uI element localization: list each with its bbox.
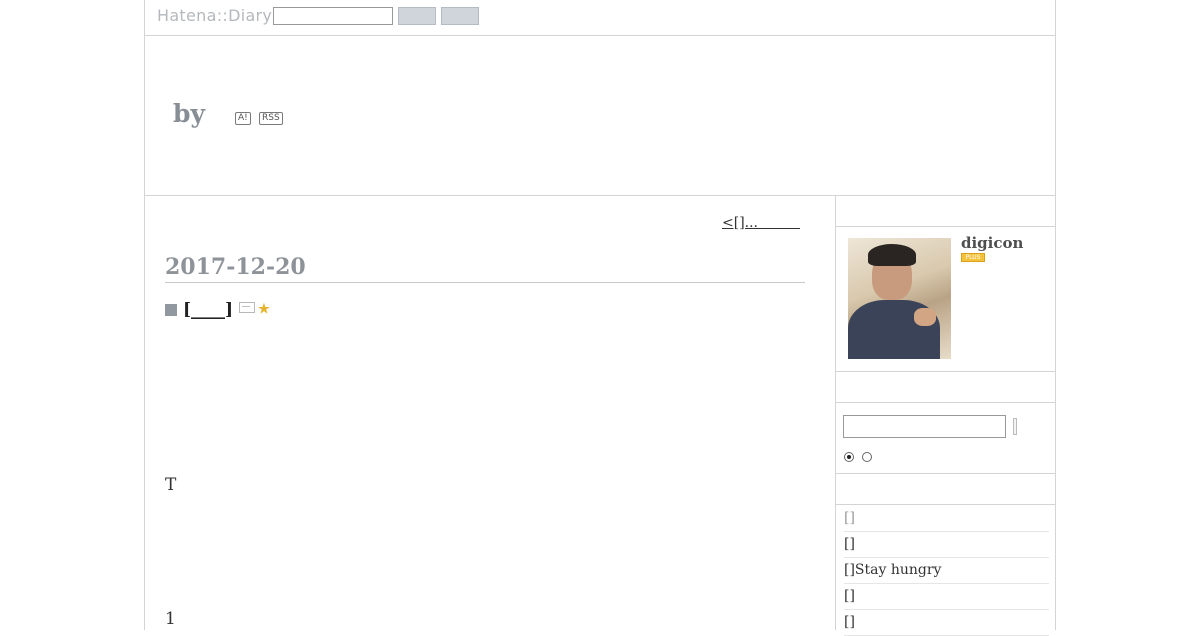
sidebar-divider (836, 402, 1056, 403)
recent-entry-item[interactable]: [] (844, 584, 1049, 610)
hatena-diary-logo[interactable]: Hatena::Diary (157, 6, 272, 25)
profile-photo[interactable] (848, 238, 951, 359)
entry-body-line: 1 (165, 609, 176, 629)
search-scope-radio-2[interactable] (862, 452, 872, 462)
sidebar-divider (836, 504, 1056, 505)
top-bar: Hatena::Diary (145, 0, 1055, 36)
recent-entry-item[interactable]: [] (844, 506, 1049, 532)
plus-badge: PLUS (961, 253, 985, 262)
sidebar-search-input[interactable] (843, 415, 1006, 438)
recent-entry-item[interactable]: [] (844, 610, 1049, 636)
sidebar-search-button[interactable] (1013, 418, 1017, 435)
top-search-button[interactable] (398, 7, 436, 25)
photo-hair (868, 244, 916, 266)
blog-header: by A! RSS (145, 36, 1055, 196)
photo-hand (914, 308, 936, 326)
sidebar-divider (836, 371, 1056, 372)
image-icon[interactable] (239, 302, 256, 313)
sidebar-divider (836, 473, 1056, 474)
entry-body-line: T (165, 475, 177, 495)
square-bullet-icon (165, 304, 177, 316)
entry-date[interactable]: 2017-12-20 (165, 254, 805, 283)
sidebar: digicon PLUS [] [] []Stay hungry [] [] (835, 196, 1056, 636)
blog-title[interactable]: by (173, 99, 205, 128)
top-search-input[interactable] (273, 7, 393, 25)
rss-badge[interactable]: RSS (259, 112, 283, 125)
top-secondary-button[interactable] (441, 7, 479, 25)
recent-entry-item[interactable]: [] (844, 532, 1049, 558)
entry-title-row: [____] ★ (165, 300, 270, 320)
previous-entry-link[interactable]: <[]... (722, 212, 800, 232)
profile-username[interactable]: digicon (961, 234, 1023, 252)
recent-entries-list: [] [] []Stay hungry [] [] (844, 506, 1049, 636)
star-icon[interactable]: ★ (258, 302, 270, 317)
entry-title[interactable]: [____] (183, 300, 233, 320)
antenna-badge[interactable]: A! (235, 112, 251, 125)
recent-entry-item[interactable]: []Stay hungry (844, 558, 1049, 584)
page-frame: Hatena::Diary by A! RSS <[]... 2017-12-2… (144, 0, 1056, 636)
sidebar-section-header (836, 196, 1056, 227)
search-scope-radio-1[interactable] (844, 452, 854, 462)
